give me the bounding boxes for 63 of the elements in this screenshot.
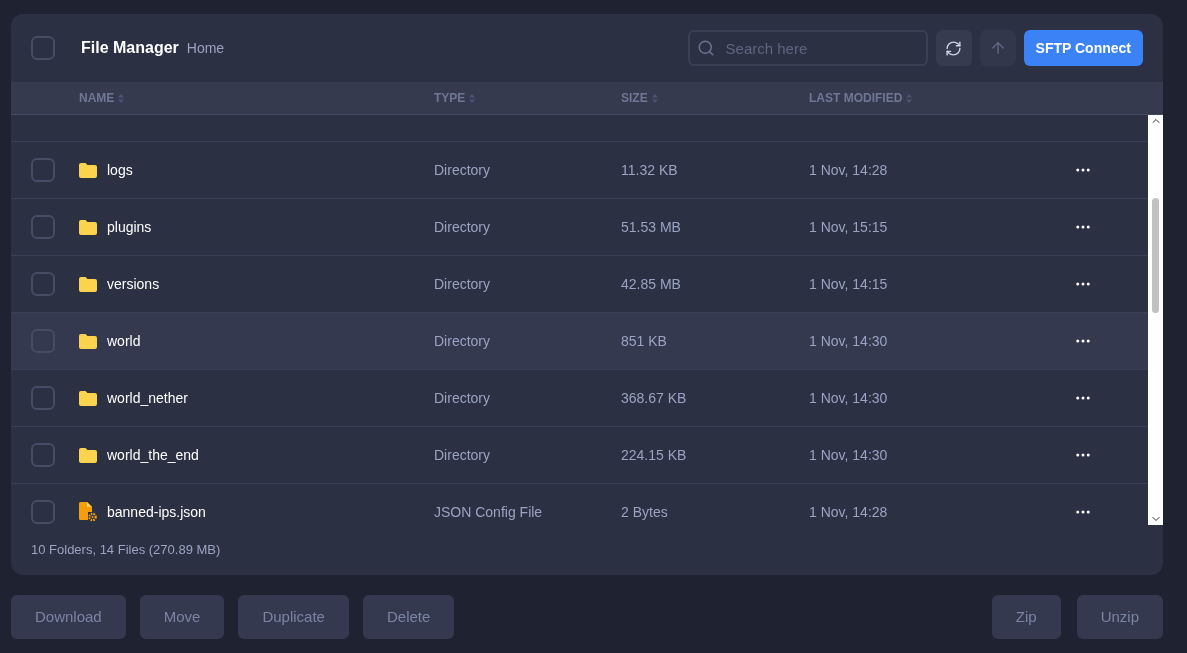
modified-date: 1 Nov, 14:30 — [809, 388, 889, 408]
file-type: Directory — [434, 160, 491, 180]
file-type: JSON Config File — [434, 502, 544, 522]
modified-date: 1 Nov, 14:15 — [809, 274, 889, 294]
breadcrumb-link[interactable]: Home — [186, 37, 225, 59]
sort-icon[interactable] — [906, 93, 913, 103]
file-name[interactable]: world — [107, 330, 141, 352]
table-row[interactable]: world Directory 851 KB 1 Nov, 14:30 — [11, 313, 1148, 370]
folder-icon — [79, 390, 97, 406]
sort-icon[interactable] — [651, 93, 658, 103]
scrollbar[interactable] — [1148, 115, 1163, 525]
folder-icon — [79, 447, 97, 463]
folder-icon — [79, 162, 97, 178]
sftp-connect-button[interactable]: SFTP Connect — [1023, 30, 1143, 66]
file-gear-icon — [79, 502, 97, 522]
file-size: 51.53 MB — [621, 217, 682, 237]
refresh-icon — [945, 39, 963, 57]
file-name[interactable]: plugins — [107, 216, 152, 238]
table-row[interactable]: plugins Directory 51.53 MB 1 Nov, 15:15 — [11, 199, 1148, 256]
file-size: 851 KB — [621, 331, 668, 351]
checkbox[interactable] — [31, 272, 55, 296]
modified-date: 1 Nov, 14:28 — [809, 160, 889, 180]
file-type: Directory — [434, 388, 491, 408]
checkbox[interactable] — [31, 36, 55, 60]
file-type: Directory — [434, 217, 491, 237]
search-field[interactable]: Search here — [687, 30, 928, 66]
table-row[interactable]: logs Directory 11.32 KB 1 Nov, 14:28 — [11, 142, 1148, 199]
file-name[interactable]: world_the_end — [107, 444, 199, 466]
file-type: Directory — [434, 331, 491, 351]
table-row[interactable]: banned-ips.json JSON Config File 2 Bytes 1 Nov, 14:28 — [11, 484, 1148, 525]
modified-date: 1 Nov, 14:30 — [809, 445, 889, 465]
modified-date: 1 Nov, 14:28 — [809, 502, 889, 522]
modified-date: 1 Nov, 14:30 — [809, 331, 889, 351]
file-size: 42.85 MB — [621, 274, 682, 294]
sort-icon[interactable] — [118, 93, 125, 103]
checkbox[interactable] — [31, 443, 55, 467]
file-name[interactable]: versions — [107, 273, 160, 295]
table-row[interactable]: world_the_end Directory 224.15 KB 1 Nov, 14:30 — [11, 427, 1148, 484]
panel-title: File Manager — [81, 38, 179, 58]
file-type: Directory — [434, 274, 491, 294]
checkbox[interactable] — [31, 215, 55, 239]
up-button[interactable] — [979, 30, 1016, 66]
file-size: 11.32 KB — [621, 160, 679, 180]
folder-icon — [79, 333, 97, 349]
folder-icon — [79, 276, 97, 292]
file-size: 224.15 KB — [621, 445, 688, 465]
refresh-button[interactable] — [935, 30, 972, 66]
file-size: 368.67 KB — [621, 388, 688, 408]
table-row[interactable]: world_nether Directory 368.67 KB 1 Nov, 14:30 — [11, 370, 1148, 427]
checkbox[interactable] — [31, 500, 55, 524]
file-name[interactable]: logs — [107, 159, 133, 181]
summary-text: 10 Folders, 14 Files (270.89 MB) — [31, 541, 221, 560]
search-icon — [696, 39, 715, 57]
file-type: Directory — [434, 445, 491, 465]
checkbox[interactable] — [31, 158, 55, 182]
modified-date: 1 Nov, 15:15 — [809, 217, 889, 237]
folder-icon — [79, 219, 97, 235]
scrollbar-thumb[interactable] — [1152, 197, 1159, 313]
file-size: 2 Bytes — [621, 502, 669, 522]
file-name[interactable]: banned-ips.json — [107, 501, 206, 523]
sort-icon[interactable] — [469, 93, 476, 103]
file-name[interactable]: world_nether — [107, 387, 188, 409]
checkbox[interactable] — [31, 386, 55, 410]
